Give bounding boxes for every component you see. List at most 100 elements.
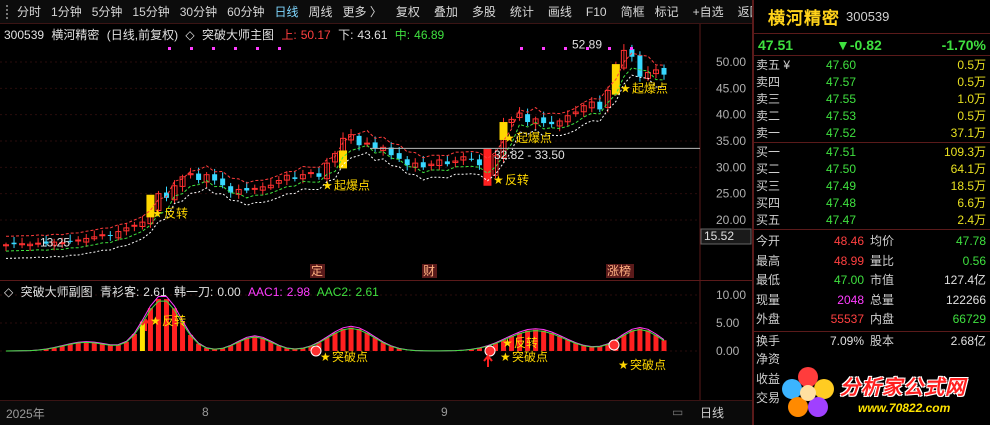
simple-frame-button[interactable]: 简框 <box>616 2 650 22</box>
bid-row[interactable]: 买一 47.51 109.3万 <box>754 144 990 161</box>
stat-row: 今开 48.46 均价 47.78 <box>754 232 990 252</box>
statistics-button[interactable]: 统计 <box>505 2 539 22</box>
sub-axis-label: 5.00 <box>716 316 740 330</box>
lower-label: 下: <box>338 28 354 42</box>
candle-body <box>444 161 450 165</box>
f10-button[interactable]: F10 <box>581 2 612 22</box>
stat-label: 股本 <box>870 333 895 348</box>
mark-button[interactable]: 标记 <box>650 2 684 22</box>
toolbar-grip[interactable] <box>6 4 8 19</box>
multi-stock-button[interactable]: 多股 <box>467 2 501 22</box>
candle-body <box>661 67 667 75</box>
signal-dot <box>234 47 237 50</box>
breakout-ball-icon <box>310 345 322 357</box>
price-axis-label: 25.00 <box>716 187 746 201</box>
stat-value: 122266 <box>945 292 986 307</box>
main-kline-chart[interactable]: 50.00 45.00 40.00 35.00 30.00 25.00 20.00 15.52… <box>0 24 752 280</box>
tab-more[interactable]: 更多 〉 <box>338 2 387 22</box>
breakout-ball-icon <box>484 345 496 357</box>
stat-row: 现量 2048 总量 122266 <box>754 291 990 311</box>
tab-5min[interactable]: 5分钟 <box>87 2 128 22</box>
stat-value: 2048 <box>837 292 864 307</box>
indicator-name[interactable]: 突破大师主图 <box>202 28 274 42</box>
sub-bar <box>364 332 370 351</box>
order-level-label: 买四 <box>756 196 781 210</box>
signal-label: 起爆点 <box>334 178 370 192</box>
bid-row[interactable]: 买四 47.48 6.6万 <box>754 195 990 212</box>
star-icon: ★ <box>504 131 515 145</box>
signal-dot <box>630 47 633 50</box>
stat-label: 量比 <box>870 253 895 268</box>
stat-value: 7.09% <box>829 333 864 348</box>
tab-15min[interactable]: 15分钟 <box>127 2 174 22</box>
sub-bar <box>356 328 362 351</box>
scroll-down-icon[interactable]: ▭ <box>672 405 683 419</box>
add-watchlist-button[interactable]: +自选 <box>688 2 729 22</box>
tab-30min[interactable]: 30分钟 <box>175 2 222 22</box>
ask-row[interactable]: 卖三 47.55 1.0万 <box>754 91 990 108</box>
candle-body <box>597 101 603 110</box>
order-volume: 0.5万 <box>957 75 986 89</box>
order-price: 47.47 <box>826 213 857 227</box>
order-level-label: 买三 <box>756 179 781 193</box>
period-label[interactable]: 日线 <box>700 404 724 421</box>
price-axis-label: 50.00 <box>716 55 746 69</box>
order-price: 47.60 <box>826 58 857 72</box>
tab-60min[interactable]: 60分钟 <box>222 2 269 22</box>
tab-1min[interactable]: 1分钟 <box>46 2 87 22</box>
candle-body <box>196 173 202 180</box>
chevron-down-icon[interactable]: ◇ <box>185 28 194 42</box>
stat-label: 最低 <box>756 273 781 287</box>
tab-intraday[interactable]: 分时 <box>12 2 46 22</box>
price-axis-label: 45.00 <box>716 81 746 95</box>
candle-body <box>251 187 258 190</box>
date-label-year: 2025年 <box>6 407 45 421</box>
candle-body <box>107 234 113 236</box>
candle-body <box>396 153 402 159</box>
stat-label: 换手 <box>756 333 781 348</box>
stat-row: 换手 7.09% 股本 2.68亿 <box>754 330 990 351</box>
tab-weekly[interactable]: 周线 <box>303 2 337 22</box>
ask-row[interactable]: 卖一 47.52 37.1万 <box>754 125 990 142</box>
adjust-button[interactable]: 复权 <box>391 2 425 22</box>
candle-body <box>220 178 226 186</box>
signal-dot <box>256 47 259 50</box>
order-price: 47.57 <box>826 75 857 89</box>
stat-value: 55537 <box>830 312 864 326</box>
breakout-candle <box>339 150 348 169</box>
signal-label: 突破点 <box>332 349 368 364</box>
bid-row[interactable]: 买二 47.50 64.1万 <box>754 161 990 178</box>
sub-indicator-chart[interactable]: 10.00 5.00 0.00 ★ 反转 ★ 突破点 ★ 反转 ★ 突破点 ★ 突破点 ◇ 突破大师副… <box>0 280 752 401</box>
tab-daily[interactable]: 日线 <box>269 2 303 22</box>
order-volume: 64.1万 <box>950 162 986 176</box>
star-icon: ★ <box>493 173 504 187</box>
period-toolbar: 分时 1分钟 5分钟 15分钟 30分钟 60分钟 日线 周线 更多 〉 复权 … <box>0 0 762 24</box>
order-level-label: 卖五 ¥ <box>756 58 791 72</box>
settings-icon[interactable]: ◇ <box>4 285 13 299</box>
sub-bar <box>260 337 266 351</box>
candle-body <box>131 224 138 227</box>
date-axis-bar[interactable]: 2025年 8 9 ▭ 日线 <box>0 400 752 425</box>
candle-body <box>364 142 371 145</box>
candle-body <box>75 239 82 242</box>
stat-value: 48.99 <box>833 253 864 268</box>
stat-label: 市值 <box>870 273 895 287</box>
q-label: 青衫客: <box>99 285 140 299</box>
ask-row[interactable]: 卖四 47.57 0.5万 <box>754 74 990 91</box>
order-price: 47.51 <box>826 145 857 159</box>
stat-row: 最低 47.00 市值 127.4亿 <box>754 271 990 291</box>
order-level-label: 买二 <box>756 162 781 176</box>
sub-indicator-name[interactable]: 突破大师副图 <box>21 285 93 299</box>
sub-bar <box>645 330 651 351</box>
draw-line-button[interactable]: 画线 <box>543 2 577 22</box>
title-mode: (日线,前复权) <box>106 28 179 42</box>
ask-row[interactable]: 卖二 47.53 0.5万 <box>754 108 990 125</box>
bid-row[interactable]: 买五 47.47 2.4万 <box>754 212 990 229</box>
ask-row[interactable]: 卖五 ¥ 47.60 0.5万 <box>754 57 990 74</box>
sub-bar <box>637 328 643 351</box>
overlay-button[interactable]: 叠加 <box>429 2 463 22</box>
bid-row[interactable]: 买三 47.49 18.5万 <box>754 178 990 195</box>
order-price: 47.53 <box>826 109 857 123</box>
upper-value: 50.17 <box>300 28 331 42</box>
range-label: 32.82 - 33.50 <box>494 148 565 162</box>
